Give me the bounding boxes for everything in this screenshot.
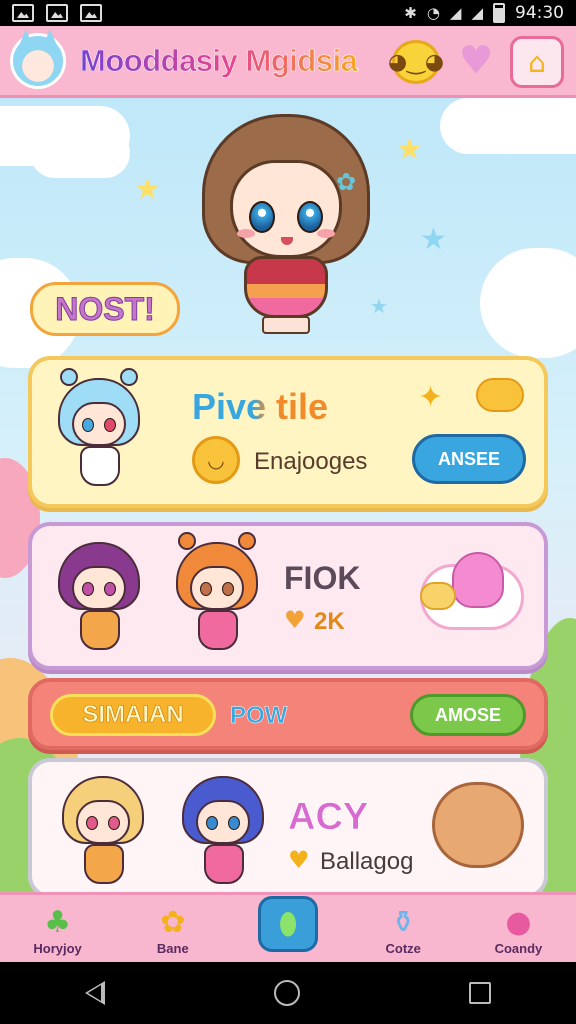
flower-hairclip-icon: ✿	[336, 168, 357, 196]
smiley-icon: ◡	[192, 436, 240, 484]
character-portrait	[178, 770, 268, 892]
card-title: ACY	[288, 796, 369, 839]
cloud	[30, 128, 130, 178]
image-notification-icon	[46, 4, 68, 22]
home-circle-icon[interactable]	[273, 980, 300, 1006]
back-icon[interactable]	[84, 981, 105, 1005]
banner-badge: NOST!	[30, 282, 180, 336]
chat-button[interactable]: ◕‿◕	[388, 40, 444, 84]
nav-item-home[interactable]: ♣ Horyjoy	[0, 895, 115, 962]
slime-pet-icon	[452, 552, 504, 608]
card-subtitle: 2K	[314, 608, 345, 635]
card-subtitle: Ballagog	[320, 848, 414, 875]
candy-icon: ●	[505, 904, 532, 940]
bottle-icon: ⚱	[390, 904, 416, 940]
card-title: POW	[230, 702, 288, 730]
feature-card-2[interactable]: FIOK ♥ 2K	[28, 522, 548, 670]
image-notification-icon	[12, 4, 34, 22]
hero-character[interactable]: ✿	[196, 108, 376, 338]
game-scene: ★ ★ ★ ★ ✿ NOST! Pive tile ◡ Enajooges ✦ …	[0, 98, 576, 892]
chat-icon: ◕‿◕	[387, 49, 445, 75]
star-icon: ★	[396, 132, 423, 167]
character-portrait	[172, 532, 262, 664]
star-icon: ★	[134, 172, 161, 207]
home-button[interactable]: ⌂	[510, 36, 564, 88]
bread-icon	[476, 378, 524, 412]
signal-icon: ◢	[471, 4, 483, 22]
system-nav-bar	[0, 962, 576, 1024]
character-portrait	[58, 770, 148, 892]
recent-apps-icon[interactable]	[469, 982, 492, 1004]
nav-item-candy[interactable]: ● Coandy	[461, 895, 576, 962]
image-notification-icon	[80, 4, 102, 22]
card-title: FIOK	[284, 560, 361, 596]
cloud	[440, 98, 576, 154]
chick-icon	[420, 582, 456, 610]
card-action-button[interactable]: ANSEE	[412, 434, 526, 484]
avatar[interactable]	[10, 32, 66, 89]
pet-face-icon	[432, 782, 524, 868]
card-action-button[interactable]: AMOSE	[410, 694, 526, 736]
cloud	[480, 248, 576, 358]
nav-item-game[interactable]: ✿ Bane	[115, 895, 230, 962]
tree-icon: ♣	[44, 904, 72, 940]
sparkle-icon: ✦	[418, 380, 444, 415]
house-icon: ⌂	[528, 45, 546, 79]
character-portrait	[54, 368, 144, 500]
app-header: Mooddasiy Mgidsia ◕‿◕ ♥ ⌂	[0, 26, 576, 98]
wifi-icon: ◔	[426, 4, 440, 22]
character-portrait	[54, 536, 144, 664]
card-title: Pive tile	[192, 386, 329, 427]
card-subtitle: Enajooges	[254, 448, 368, 475]
nav-item-collection[interactable]: ⚱ Cotze	[346, 895, 461, 962]
feature-card-4[interactable]: ACY ♥ Ballagog	[28, 758, 548, 892]
star-icon: ★	[420, 222, 447, 257]
heart-icon: ♥	[458, 38, 494, 82]
favorites-button[interactable]: ♥	[454, 38, 498, 82]
feature-card-3[interactable]: SIMAIAN POW AMOSE	[28, 678, 548, 750]
app-title: Mooddasiy Mgidsia	[80, 42, 359, 78]
card-pill-label[interactable]: SIMAIAN	[50, 694, 216, 736]
potion-icon: ⬮	[258, 896, 318, 952]
signal-icon: ◢	[449, 4, 462, 22]
battery-icon	[493, 3, 505, 23]
bluetooth-icon: ✱	[404, 4, 417, 22]
heart-icon: ♥	[284, 606, 306, 634]
status-bar: ✱ ◔ ◢ ◢ 94:30	[0, 0, 576, 26]
nav-item-center[interactable]: ⬮	[230, 895, 345, 962]
status-time: 94:30	[515, 3, 564, 23]
heart-icon: ♥	[288, 846, 310, 874]
star-icon: ✿	[160, 904, 186, 940]
feature-card-1[interactable]: Pive tile ◡ Enajooges ✦ ANSEE	[28, 356, 548, 508]
bottom-nav: ♣ Horyjoy ✿ Bane ⬮ ⚱ Cotze ● Coandy	[0, 892, 576, 962]
